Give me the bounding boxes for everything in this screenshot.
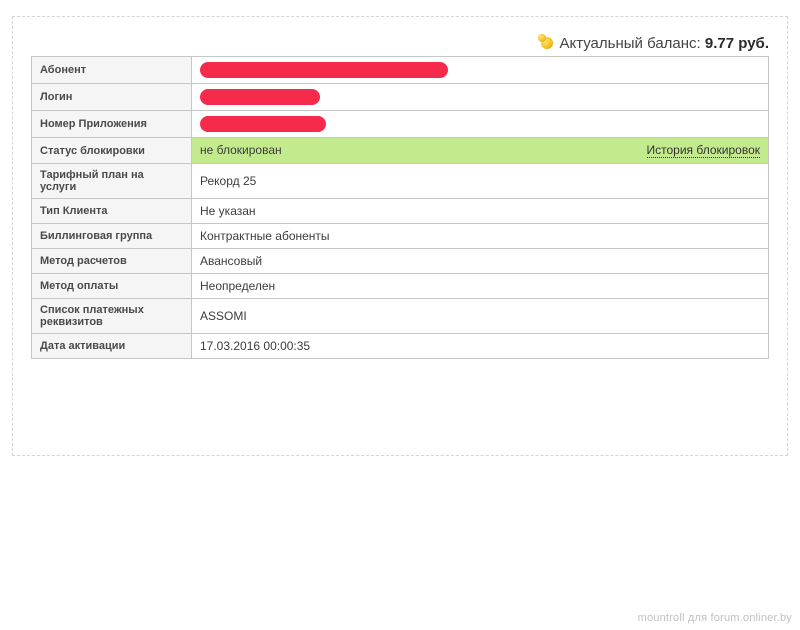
value-bill-group: Контрактные абоненты [192,224,769,249]
row-block-status: Статус блокировки не блокирован История … [32,138,769,164]
label-subscriber: Абонент [32,57,192,84]
value-pay-details: ASSOMI [192,299,769,334]
balance-label: Актуальный баланс: [559,35,700,52]
account-panel: Актуальный баланс: 9.77 руб. Абонент Лог… [12,16,788,456]
row-client-type: Тип Клиента Не указан [32,199,769,224]
row-subscriber: Абонент [32,57,769,84]
value-block-status: не блокирован История блокировок [192,138,769,164]
label-calc-method: Метод расчетов [32,249,192,274]
value-login [192,84,769,111]
value-calc-method: Авансовый [192,249,769,274]
row-login: Логин [32,84,769,111]
row-calc-method: Метод расчетов Авансовый [32,249,769,274]
block-history-link[interactable]: История блокировок [647,143,760,158]
redacted-login [200,89,320,105]
value-client-type: Не указан [192,199,769,224]
row-app-no: Номер Приложения [32,111,769,138]
label-pay-method: Метод оплаты [32,274,192,299]
row-tariff: Тарифный план на услуги Рекорд 25 [32,164,769,199]
label-pay-details: Список платежных реквизитов [32,299,192,334]
label-login: Логин [32,84,192,111]
row-pay-method: Метод оплаты Неопределен [32,274,769,299]
coins-icon [541,37,553,49]
value-tariff: Рекорд 25 [192,164,769,199]
redacted-app-no [200,116,326,132]
watermark: mountroll для forum.onliner.by [638,612,792,624]
row-bill-group: Биллинговая группа Контрактные абоненты [32,224,769,249]
value-app-no [192,111,769,138]
label-app-no: Номер Приложения [32,111,192,138]
value-activation: 17.03.2016 00:00:35 [192,334,769,359]
value-pay-method: Неопределен [192,274,769,299]
balance-amount: 9.77 руб. [705,35,769,52]
label-tariff: Тарифный план на услуги [32,164,192,199]
redacted-subscriber [200,62,448,78]
row-activation: Дата активации 17.03.2016 00:00:35 [32,334,769,359]
block-status-text: не блокирован [200,143,282,157]
value-subscriber [192,57,769,84]
balance-bar: Актуальный баланс: 9.77 руб. [31,35,769,52]
label-block-status: Статус блокировки [32,138,192,164]
row-pay-details: Список платежных реквизитов ASSOMI [32,299,769,334]
label-client-type: Тип Клиента [32,199,192,224]
account-info-table: Абонент Логин Номер Приложения Статус бл… [31,56,769,359]
label-activation: Дата активации [32,334,192,359]
label-bill-group: Биллинговая группа [32,224,192,249]
